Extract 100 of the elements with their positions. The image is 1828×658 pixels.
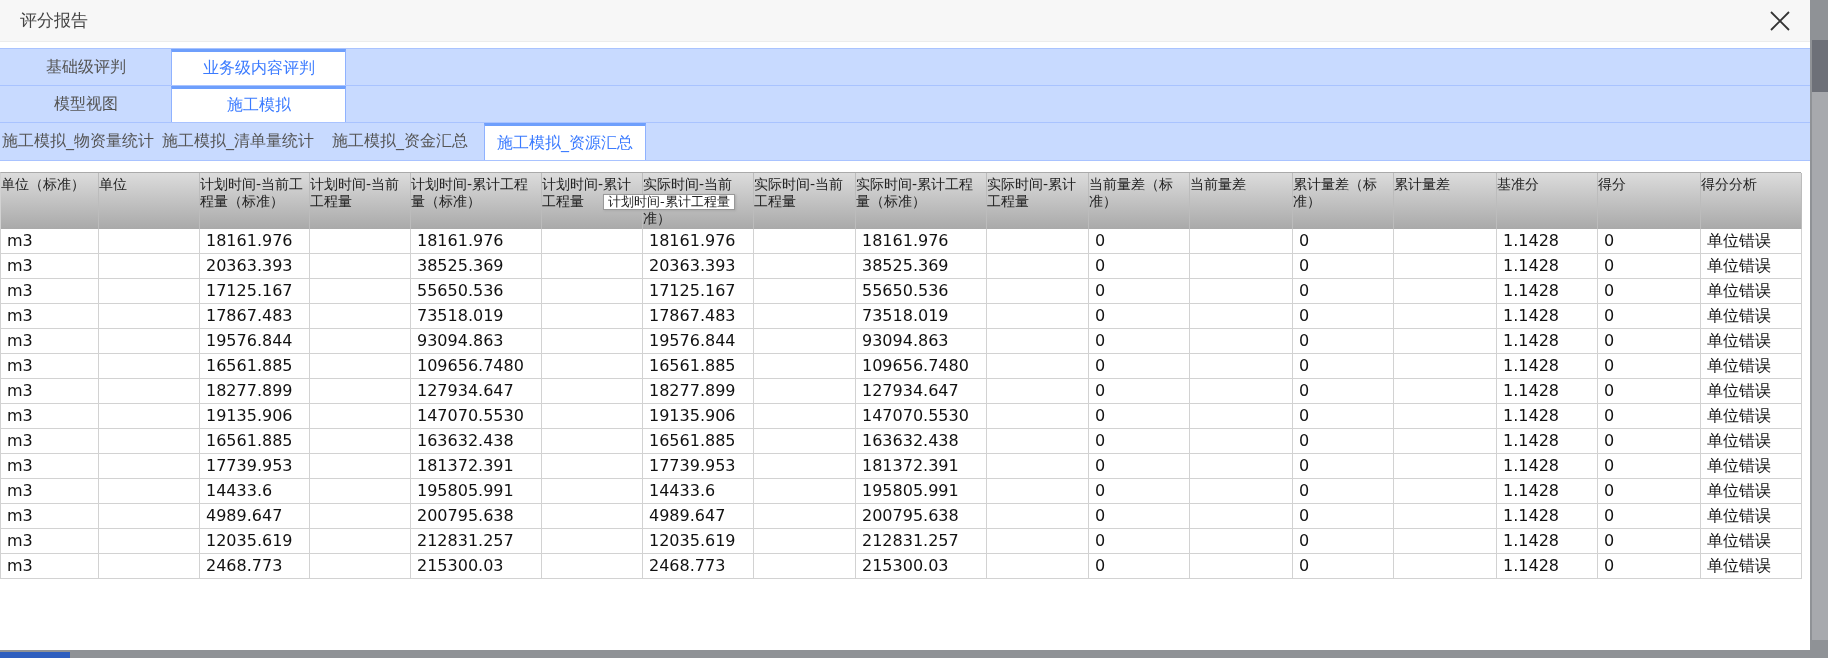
table-cell: 1.1428 [1497,404,1598,429]
table-cell: 109656.7480 [856,354,987,379]
table-cell: 73518.019 [411,304,542,329]
table-cell: 181372.391 [856,454,987,479]
table-cell: 0 [1598,329,1701,354]
table-cell: m3 [1,229,99,254]
table-cell: 18161.976 [411,229,542,254]
table-cell: 0 [1089,354,1190,379]
table-cell: 163632.438 [856,429,987,454]
table-cell: 215300.03 [856,554,987,579]
table-cell: 12035.619 [200,529,310,554]
table-cell: 0 [1089,479,1190,504]
table-cell: 38525.369 [411,254,542,279]
table-cell: 0 [1293,479,1394,504]
table-cell: 0 [1293,254,1394,279]
table-cell: 0 [1598,304,1701,329]
table-cell: 14433.6 [200,479,310,504]
table-cell: 0 [1293,329,1394,354]
table-cell: m3 [1,379,99,404]
table-cell: 单位错误 [1701,229,1802,254]
table-cell: 0 [1089,404,1190,429]
table-cell: 55650.536 [411,279,542,304]
table-cell: 0 [1598,504,1701,529]
table-cell: m3 [1,429,99,454]
table-cell: m3 [1,304,99,329]
table-cell: 0 [1598,404,1701,429]
table-cell: 1.1428 [1497,554,1598,579]
table-cell: 212831.257 [411,529,542,554]
table-cell: 0 [1598,229,1701,254]
table-cell: 0 [1293,229,1394,254]
table-cell: 17739.953 [200,454,310,479]
table-cell: 0 [1293,454,1394,479]
table-cell: m3 [1,554,99,579]
table-cell: 16561.885 [200,354,310,379]
table-cell: 93094.863 [411,329,542,354]
table-cell: 单位错误 [1701,429,1802,454]
table-cell: 19576.844 [643,329,754,354]
table-cell: 0 [1598,554,1701,579]
table-cell: m3 [1,279,99,304]
table-cell: 单位错误 [1701,479,1802,504]
table-cell: 0 [1598,454,1701,479]
table-cell: m3 [1,354,99,379]
table-cell: 200795.638 [856,504,987,529]
table-cell: 14433.6 [643,479,754,504]
table-cell: 0 [1293,354,1394,379]
table-cell: 单位错误 [1701,404,1802,429]
table-cell: 38525.369 [856,254,987,279]
table-cell: 单位错误 [1701,379,1802,404]
table-cell: 1.1428 [1497,254,1598,279]
table-cell: 单位错误 [1701,304,1802,329]
table-cell: 17867.483 [200,304,310,329]
table-cell: m3 [1,329,99,354]
row-label: 模型视图 [52,92,119,115]
table-cell: 18277.899 [200,379,310,404]
table-cell: 0 [1293,529,1394,554]
table-cell: 181372.391 [411,454,542,479]
table-cell: 109656.7480 [411,354,542,379]
table-cell: 2468.773 [643,554,754,579]
table-cell: 0 [1089,304,1190,329]
table-cell: 单位错误 [1701,529,1802,554]
table-cell: 1.1428 [1497,304,1598,329]
table-cell: 1.1428 [1497,504,1598,529]
table-cell: 1.1428 [1497,529,1598,554]
table-cell: 单位错误 [1701,254,1802,279]
table-cell: 147070.5530 [411,404,542,429]
table-cell: 单位错误 [1701,329,1802,354]
table-cell: 1.1428 [1497,229,1598,254]
table-cell: 19135.906 [200,404,310,429]
table-cell: 单位错误 [1701,354,1802,379]
table-cell: 0 [1089,279,1190,304]
table-cell: 1.1428 [1497,279,1598,304]
table-cell: 195805.991 [411,479,542,504]
table-cell: m3 [1,479,99,504]
table-cell: 17125.167 [200,279,310,304]
table-cell: 19576.844 [200,329,310,354]
table-cell: 212831.257 [856,529,987,554]
table-cell: 20363.393 [643,254,754,279]
table-cell: 18277.899 [643,379,754,404]
table-cell: 200795.638 [411,504,542,529]
table-cell: 0 [1293,404,1394,429]
table-cell: 0 [1293,429,1394,454]
table-cell: 0 [1089,254,1190,279]
table-cell: 0 [1293,304,1394,329]
header-text: 实际时间-当前 [643,176,734,193]
table-cell: m3 [1,504,99,529]
table-cell: 0 [1089,504,1190,529]
table-cell: 0 [1293,504,1394,529]
table-cell: 0 [1089,454,1190,479]
row-label: 基础级评判 [44,55,127,78]
table-cell: 单位错误 [1701,454,1802,479]
header-text: 准） [643,210,672,227]
table-cell: 0 [1089,329,1190,354]
table-cell: 127934.647 [856,379,987,404]
table-cell: 1.1428 [1497,454,1598,479]
tooltip: 计划时间-累计工程量 [603,194,735,210]
table-cell: 0 [1598,429,1701,454]
table-cell: 0 [1089,429,1190,454]
table-cell: 1.1428 [1497,379,1598,404]
table-cell: 20363.393 [200,254,310,279]
table-cell: 18161.976 [643,229,754,254]
